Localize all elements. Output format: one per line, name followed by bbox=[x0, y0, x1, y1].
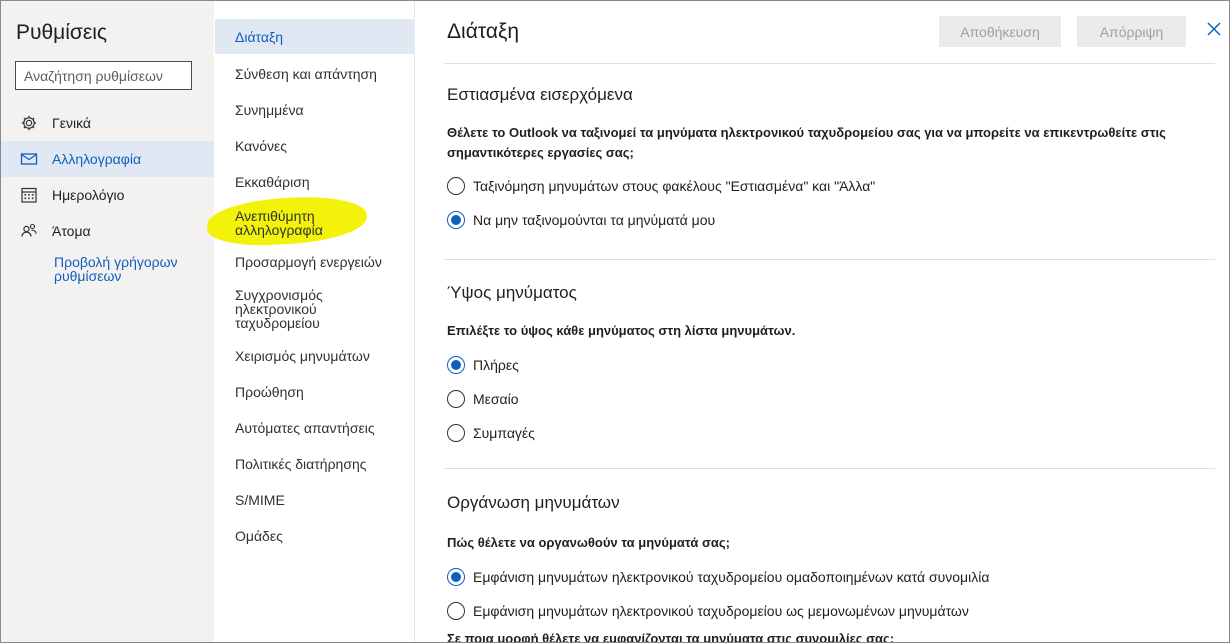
radio-button[interactable] bbox=[447, 356, 465, 374]
settings-window: Ρυθμίσεις Γενικά Αλληλογραφία Ημερολόγιο bbox=[0, 0, 1230, 643]
message-organization-title: Οργάνωση μηνυμάτων bbox=[447, 493, 620, 512]
layout-settings-panel: Διάταξη Αποθήκευση Απόρριψη Εστιασμένα ε… bbox=[415, 1, 1229, 643]
message-height-option-compact[interactable]: Συμπαγές bbox=[447, 422, 535, 444]
radio-button[interactable] bbox=[447, 177, 465, 195]
nav-item-label: Ημερολόγιο bbox=[52, 187, 125, 203]
menu-item-groups[interactable]: Ομάδες bbox=[215, 518, 414, 554]
message-organization-option-individual[interactable]: Εμφάνιση μηνυμάτων ηλεκτρονικού ταχυδρομ… bbox=[447, 600, 969, 622]
people-icon bbox=[20, 222, 38, 240]
scrollbar[interactable] bbox=[1215, 61, 1229, 642]
menu-item-message-handling[interactable]: Χειρισμός μηνυμάτων bbox=[215, 338, 414, 374]
radio-button[interactable] bbox=[447, 568, 465, 586]
gear-icon bbox=[20, 114, 38, 132]
menu-item-forwarding[interactable]: Προώθηση bbox=[215, 374, 414, 410]
mail-icon bbox=[20, 150, 38, 168]
nav-item-people[interactable]: Άτομα bbox=[1, 213, 214, 249]
menu-item-sync-email[interactable]: Συγχρονισμός ηλεκτρονικού ταχυδρομείου bbox=[215, 286, 414, 332]
message-organization-question: Πώς θέλετε να οργανωθούν τα μηνύματά σας… bbox=[447, 535, 730, 550]
nav-item-label: Γενικά bbox=[52, 115, 91, 131]
focused-inbox-option-dont-sort[interactable]: Να μην ταξινομούνται τα μηνύματά μου bbox=[447, 209, 715, 231]
discard-button[interactable]: Απόρριψη bbox=[1077, 16, 1186, 47]
header-divider bbox=[444, 63, 1222, 64]
menu-item-sweep[interactable]: Εκκαθάριση bbox=[215, 164, 414, 200]
menu-item-layout[interactable]: Διάταξη bbox=[215, 19, 414, 54]
mail-settings-menu: Διάταξη Σύνθεση και απάντηση Συνημμένα Κ… bbox=[205, 1, 415, 642]
nav-item-mail[interactable]: Αλληλογραφία bbox=[1, 141, 214, 177]
menu-item-compose-reply[interactable]: Σύνθεση και απάντηση bbox=[215, 56, 414, 92]
menu-item-junk-email[interactable]: Ανεπιθύμητη αλληλογραφία bbox=[205, 193, 414, 249]
message-height-option-full[interactable]: Πλήρες bbox=[447, 354, 519, 376]
radio-button[interactable] bbox=[447, 424, 465, 442]
calendar-icon bbox=[20, 186, 38, 204]
menu-item-automatic-replies[interactable]: Αυτόματες απαντήσεις bbox=[215, 410, 414, 446]
focused-inbox-title: Εστιασμένα εισερχόμενα bbox=[447, 85, 633, 104]
nav-item-label: Άτομα bbox=[52, 223, 91, 239]
settings-search-input[interactable] bbox=[15, 61, 192, 90]
settings-categories-pane: Ρυθμίσεις Γενικά Αλληλογραφία Ημερολόγιο bbox=[1, 1, 214, 642]
menu-item-smime[interactable]: S/MIME bbox=[215, 482, 414, 518]
radio-button[interactable] bbox=[447, 211, 465, 229]
nav-item-general[interactable]: Γενικά bbox=[1, 105, 214, 141]
menu-item-rules[interactable]: Κανόνες bbox=[215, 128, 414, 164]
page-title: Διάταξη bbox=[447, 20, 520, 43]
focused-inbox-option-sort[interactable]: Ταξινόμηση μηνυμάτων στους φακέλους "Εστ… bbox=[447, 175, 875, 197]
menu-item-attachments[interactable]: Συνημμένα bbox=[215, 92, 414, 128]
section-divider bbox=[444, 468, 1222, 469]
message-height-option-medium[interactable]: Μεσαίο bbox=[447, 388, 519, 410]
focused-inbox-question: Θέλετε το Outlook να ταξινομεί τα μηνύμα… bbox=[447, 125, 1166, 160]
save-button[interactable]: Αποθήκευση bbox=[939, 16, 1061, 47]
radio-button[interactable] bbox=[447, 390, 465, 408]
message-height-title: Ύψος μηνύματος bbox=[447, 283, 577, 302]
message-organization-option-conversation[interactable]: Εμφάνιση μηνυμάτων ηλεκτρονικού ταχυδρομ… bbox=[447, 566, 989, 588]
menu-item-customize-actions[interactable]: Προσαρμογή ενεργειών bbox=[215, 244, 414, 280]
message-height-question: Επιλέξτε το ύψος κάθε μηνύματος στη λίστ… bbox=[447, 323, 796, 338]
radio-button[interactable] bbox=[447, 602, 465, 620]
menu-item-retention-policies[interactable]: Πολιτικές διατήρησης bbox=[215, 446, 414, 482]
section-divider bbox=[444, 259, 1222, 260]
settings-title: Ρυθμίσεις bbox=[16, 21, 108, 44]
quick-settings-link[interactable]: Προβολή γρήγορων ρυθμίσεων bbox=[54, 255, 204, 283]
nav-item-label: Αλληλογραφία bbox=[52, 151, 142, 167]
nav-item-calendar[interactable]: Ημερολόγιο bbox=[1, 177, 214, 213]
close-icon[interactable] bbox=[1205, 20, 1223, 38]
conversation-display-question: Σε ποια μορφή θέλετε να εμφανίζονται τα … bbox=[447, 631, 895, 643]
